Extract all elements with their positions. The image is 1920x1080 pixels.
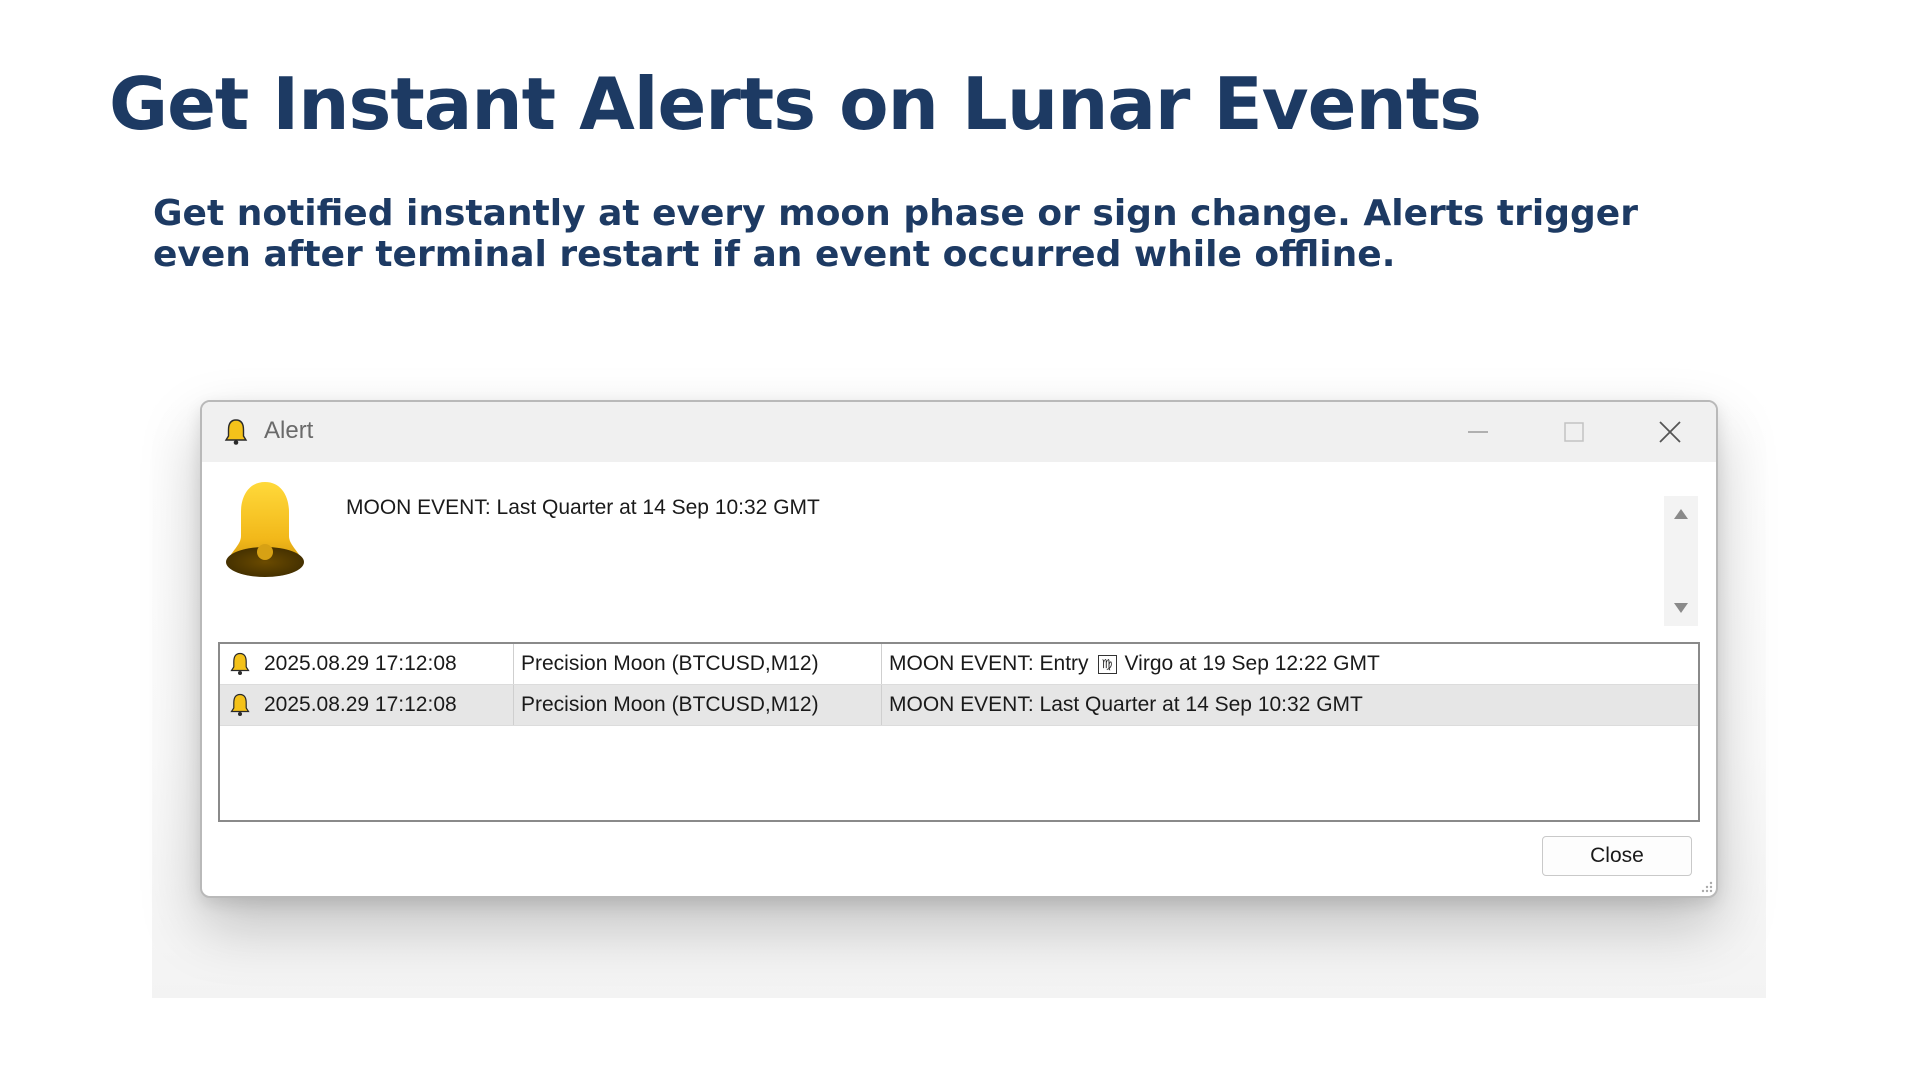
minimize-icon xyxy=(1468,431,1488,433)
title-bar[interactable]: Alert xyxy=(202,402,1716,462)
message-area: MOON EVENT: Last Quarter at 14 Sep 10:32… xyxy=(202,462,1716,644)
alert-source: Precision Moon (BTCUSD,M12) xyxy=(521,693,819,716)
alert-time: 2025.08.29 17:12:08 xyxy=(264,652,457,675)
list-item[interactable]: 2025.08.29 17:12:08 Precision Moon (BTCU… xyxy=(220,644,1698,685)
alert-source: Precision Moon (BTCUSD,M12) xyxy=(521,652,819,675)
maximize-button[interactable] xyxy=(1534,402,1614,462)
close-icon xyxy=(1659,421,1681,443)
alert-message-cell: MOON EVENT: Last Quarter at 14 Sep 10:32… xyxy=(882,685,1698,725)
alert-message: MOON EVENT: Last Quarter at 14 Sep 10:32… xyxy=(346,496,820,519)
bell-icon xyxy=(224,419,248,445)
scroll-up-arrow[interactable] xyxy=(1674,509,1688,519)
window-title: Alert xyxy=(264,417,314,444)
maximize-icon xyxy=(1564,422,1584,442)
close-window-button[interactable] xyxy=(1630,402,1710,462)
bell-icon xyxy=(226,482,304,577)
alert-time: 2025.08.29 17:12:08 xyxy=(264,693,457,716)
message-scrollbar[interactable] xyxy=(1664,496,1698,626)
alert-source-cell: Precision Moon (BTCUSD,M12) xyxy=(514,685,882,725)
alert-time-cell: 2025.08.29 17:12:08 xyxy=(220,644,514,684)
virgo-sign-icon: ♍ xyxy=(1097,654,1117,674)
close-button[interactable]: Close xyxy=(1542,836,1692,876)
bell-icon xyxy=(230,652,250,675)
alert-message-suffix: Virgo at 19 Sep 12:22 GMT xyxy=(1124,652,1380,675)
bell-icon xyxy=(230,693,250,716)
alert-time-cell: 2025.08.29 17:12:08 xyxy=(220,685,514,725)
minimize-button[interactable] xyxy=(1438,402,1518,462)
subheadline: Get notified instantly at every moon pha… xyxy=(153,193,1638,275)
scroll-down-arrow[interactable] xyxy=(1674,603,1688,613)
list-item-selected[interactable]: 2025.08.29 17:12:08 Precision Moon (BTCU… xyxy=(220,685,1698,726)
alerts-list[interactable]: 2025.08.29 17:12:08 Precision Moon (BTCU… xyxy=(218,642,1700,822)
alert-message: MOON EVENT: Last Quarter at 14 Sep 10:32… xyxy=(889,693,1363,716)
headline: Get Instant Alerts on Lunar Events xyxy=(109,62,1482,146)
alert-window: Alert MOON EVENT: Last Quarter at 14 Sep… xyxy=(200,400,1718,898)
resize-grip-icon[interactable] xyxy=(1699,879,1713,893)
alert-source-cell: Precision Moon (BTCUSD,M12) xyxy=(514,644,882,684)
alert-message-cell: MOON EVENT: Entry ♍ Virgo at 19 Sep 12:2… xyxy=(882,644,1698,684)
alert-message-prefix: MOON EVENT: Entry xyxy=(889,652,1089,675)
